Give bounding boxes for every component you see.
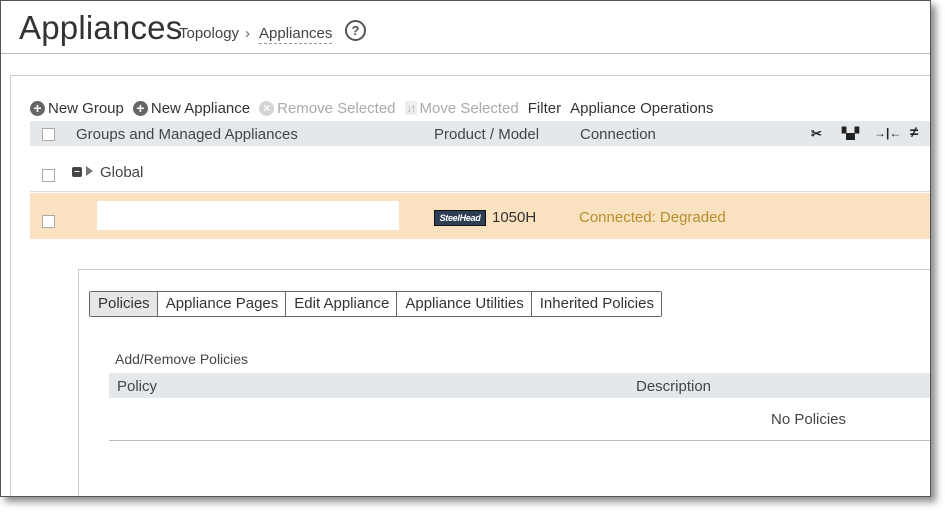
appliance-name[interactable] [97, 201, 399, 230]
new-appliance-button[interactable]: + New Appliance [132, 99, 251, 117]
collapse-icon[interactable]: – [72, 167, 82, 177]
not-equal-icon[interactable]: ≠ [910, 124, 918, 141]
column-description[interactable]: Description [636, 378, 711, 395]
appliance-operations-menu[interactable]: Appliance Operations [570, 100, 713, 117]
remove-selected-label: Remove Selected [277, 99, 396, 117]
app-window: Appliances Topology › Appliances ? + New… [0, 0, 931, 497]
breadcrumb-topology[interactable]: Topology [179, 25, 239, 42]
column-connection[interactable]: Connection [580, 126, 656, 143]
appliance-row[interactable]: SteelHead 1050H Connected: Degraded [30, 193, 930, 239]
tab-appliance-pages[interactable]: Appliance Pages [157, 292, 287, 316]
new-group-button[interactable]: + New Group [30, 100, 124, 117]
add-remove-policies-link[interactable]: Add/Remove Policies [115, 351, 248, 367]
detail-tabs: Policies Appliance Pages Edit Appliance … [89, 291, 662, 317]
group-label: Global [100, 164, 144, 181]
move-selected-label: Move Selected [419, 99, 519, 117]
column-policy[interactable]: Policy [117, 378, 157, 395]
help-icon[interactable]: ? [345, 20, 366, 41]
close-circle-icon: × [259, 100, 275, 116]
header-divider [1, 53, 930, 54]
tab-policies[interactable]: Policies [90, 292, 158, 316]
connection-status: Connected: Degraded [579, 209, 726, 226]
row-checkbox[interactable] [42, 215, 55, 228]
network-icon[interactable]: ▚▞ [842, 127, 859, 140]
column-groups[interactable]: Groups and Managed Appliances [76, 126, 298, 143]
remove-selected-button[interactable]: × Remove Selected [259, 99, 396, 117]
tab-edit-appliance[interactable]: Edit Appliance [286, 292, 398, 316]
table-header: Groups and Managed Appliances Product / … [30, 121, 930, 146]
new-appliance-label: New Appliance [150, 99, 251, 117]
appliance-model: 1050H [492, 209, 537, 226]
table-divider [109, 440, 930, 441]
move-arrows-icon: ↓↑ [404, 101, 417, 115]
group-row-global[interactable]: – Global [30, 151, 930, 192]
expand-arrow-icon[interactable] [86, 166, 93, 176]
move-selected-button[interactable]: ↓↑ Move Selected [404, 99, 519, 117]
row-checkbox[interactable] [42, 169, 55, 182]
breadcrumb-separator: › [245, 25, 250, 42]
toolbar: + New Group + New Appliance × Remove Sel… [30, 99, 723, 117]
new-group-label: New Group [48, 99, 124, 117]
arrow-bar-icon[interactable]: →|← [874, 126, 901, 140]
scissors-icon[interactable]: ✂ [811, 126, 822, 142]
page-title: Appliances [19, 9, 183, 46]
logo-text: SteelHead [439, 213, 481, 223]
breadcrumb-appliances[interactable]: Appliances [259, 25, 333, 44]
select-all-checkbox[interactable] [42, 128, 55, 141]
steelhead-logo: SteelHead [434, 210, 486, 226]
plus-circle-icon: + [30, 100, 45, 116]
empty-state-text: No Policies [771, 411, 847, 428]
appliance-detail-panel: Policies Appliance Pages Edit Appliance … [78, 269, 930, 496]
tab-appliance-utilities[interactable]: Appliance Utilities [397, 292, 532, 316]
plus-circle-icon: + [132, 100, 148, 116]
filter-button[interactable]: Filter [528, 100, 561, 117]
tab-inherited-policies[interactable]: Inherited Policies [531, 292, 661, 316]
policy-table-header: Policy Description [109, 373, 930, 398]
column-product[interactable]: Product / Model [434, 126, 539, 143]
